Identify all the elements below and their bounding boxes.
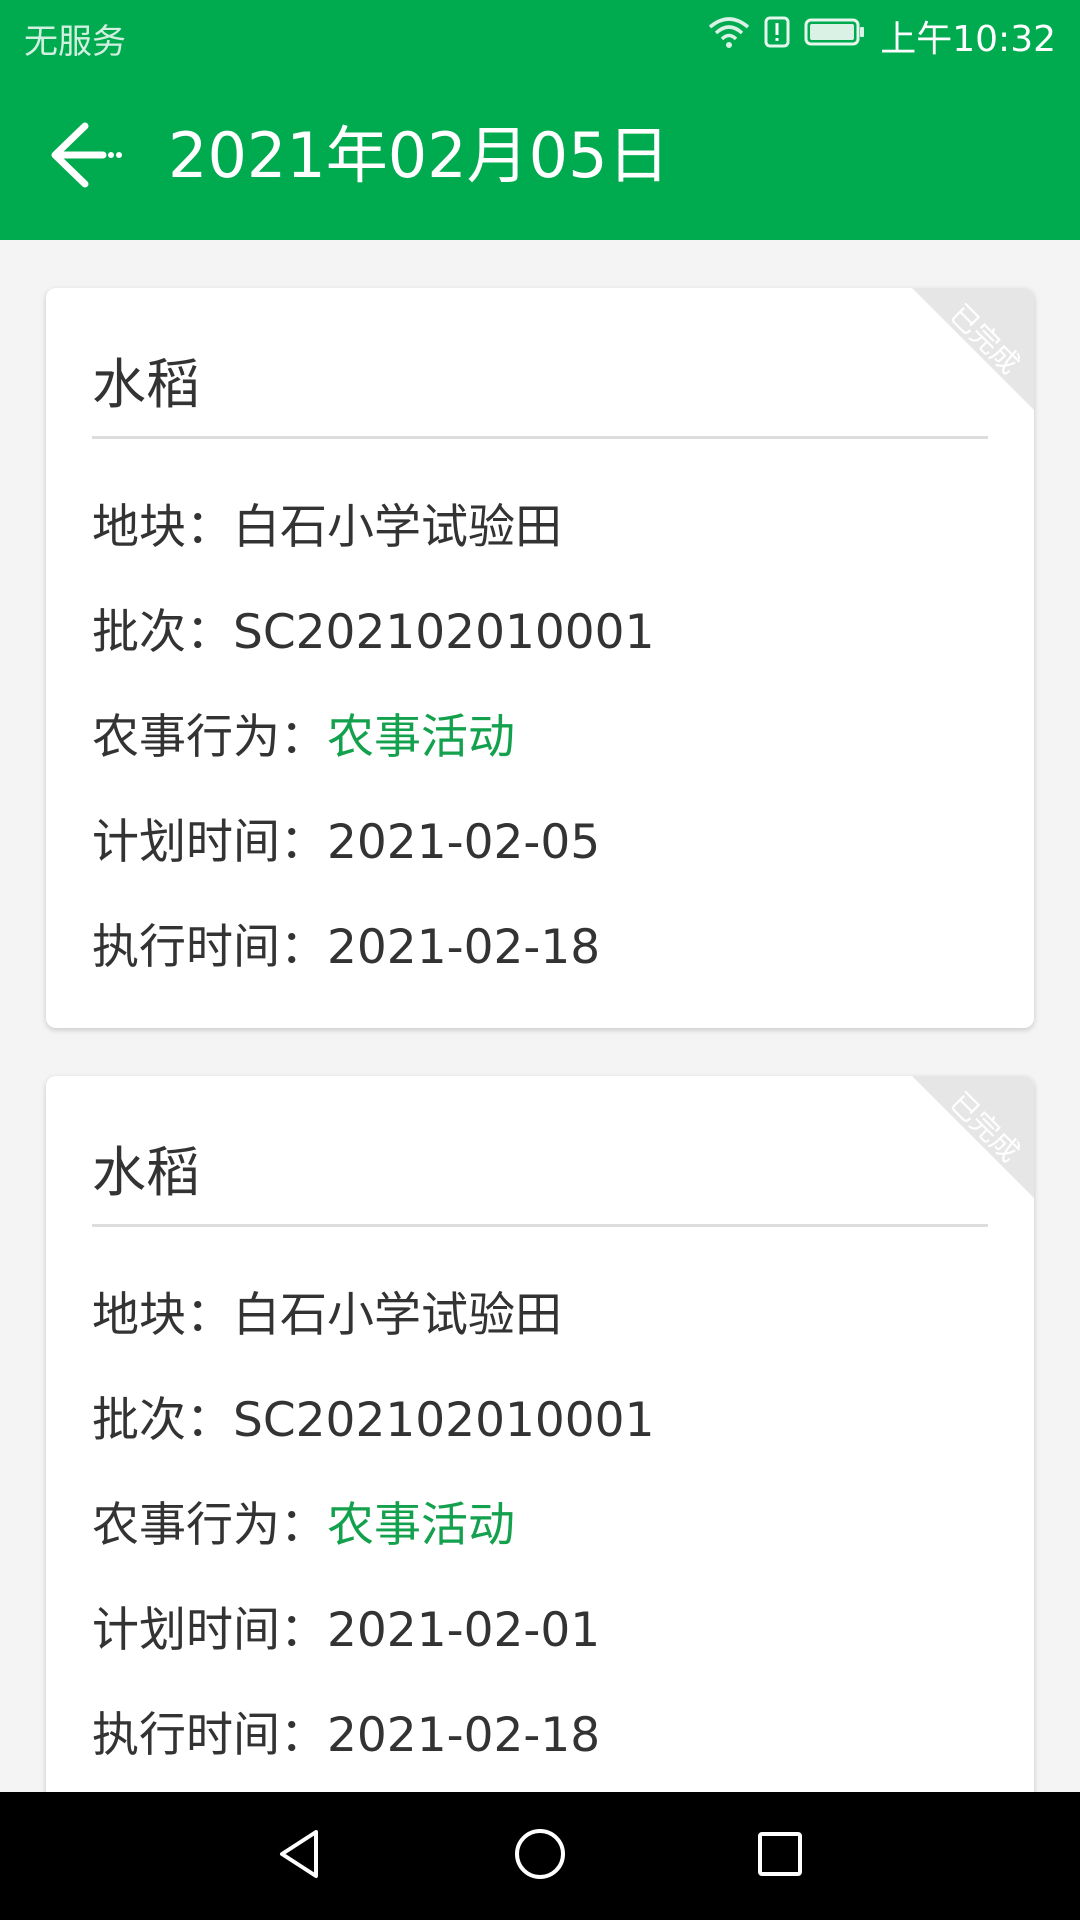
activity-field: 农事行为：农事活动 — [92, 698, 515, 767]
wifi-icon — [708, 15, 750, 58]
back-triangle-icon — [270, 1824, 330, 1888]
nav-recents-button[interactable] — [742, 1818, 818, 1894]
planned-time-field: 计划时间：2021-02-05 — [92, 803, 600, 872]
batch-label: 批次： — [92, 605, 233, 660]
divider — [92, 436, 988, 439]
plot-field: 地块：白石小学试验田 — [92, 488, 562, 557]
activity-value: 农事活动 — [327, 710, 515, 765]
plot-value: 白石小学试验田 — [233, 1288, 562, 1343]
activity-field: 农事行为：农事活动 — [92, 1486, 515, 1555]
executed-time-label: 执行时间： — [92, 1708, 327, 1763]
app-bar: 2021年02月05日 — [0, 74, 1080, 240]
batch-field: 批次：SC202102010001 — [92, 593, 655, 662]
page-title: 2021年02月05日 — [168, 119, 670, 192]
plot-field: 地块：白石小学试验田 — [92, 1276, 562, 1345]
planned-time-label: 计划时间： — [92, 815, 327, 870]
executed-time-field: 执行时间：2021-02-18 — [92, 1696, 600, 1765]
recents-square-icon — [750, 1824, 810, 1888]
activity-label: 农事行为： — [92, 1498, 327, 1553]
planned-time-label: 计划时间： — [92, 1603, 327, 1658]
divider — [92, 1224, 988, 1227]
planned-time-value: 2021-02-05 — [327, 815, 601, 870]
crop-title: 水稻 — [92, 353, 200, 416]
system-nav-bar — [0, 1792, 1080, 1920]
back-button[interactable] — [40, 112, 130, 202]
planned-time-value: 2021-02-01 — [327, 1603, 601, 1658]
activity-label: 农事行为： — [92, 710, 327, 765]
home-circle-icon — [510, 1824, 570, 1888]
record-card[interactable]: 已完成 水稻 地块：白石小学试验田 批次：SC202102010001 农事行为… — [46, 1076, 1034, 1792]
activity-value: 农事活动 — [327, 1498, 515, 1553]
batch-label: 批次： — [92, 1393, 233, 1448]
clock-text: 上午10:32 — [880, 19, 1056, 60]
battery-icon — [804, 16, 866, 57]
record-card[interactable]: 已完成 水稻 地块：白石小学试验田 批次：SC202102010001 农事行为… — [46, 288, 1034, 1028]
plot-label: 地块： — [92, 1288, 233, 1343]
planned-time-field: 计划时间：2021-02-01 — [92, 1591, 600, 1660]
status-bar: 无服务 上午10:32 — [0, 0, 1080, 74]
nav-home-button[interactable] — [502, 1818, 578, 1894]
alert-icon — [764, 15, 790, 58]
carrier-text: 无服务 — [24, 22, 126, 62]
nav-back-button[interactable] — [262, 1818, 338, 1894]
plot-value: 白石小学试验田 — [233, 500, 562, 555]
record-list[interactable]: 已完成 水稻 地块：白石小学试验田 批次：SC202102010001 农事行为… — [0, 240, 1080, 1792]
executed-time-label: 执行时间： — [92, 920, 327, 975]
batch-value: SC202102010001 — [233, 605, 655, 660]
executed-time-field: 执行时间：2021-02-18 — [92, 908, 600, 977]
crop-title: 水稻 — [92, 1141, 200, 1204]
executed-time-value: 2021-02-18 — [327, 920, 601, 975]
plot-label: 地块： — [92, 500, 233, 555]
back-arrow-icon — [47, 120, 123, 194]
batch-field: 批次：SC202102010001 — [92, 1381, 655, 1450]
batch-value: SC202102010001 — [233, 1393, 655, 1448]
executed-time-value: 2021-02-18 — [327, 1708, 601, 1763]
status-icons: 上午10:32 — [708, 10, 1056, 62]
